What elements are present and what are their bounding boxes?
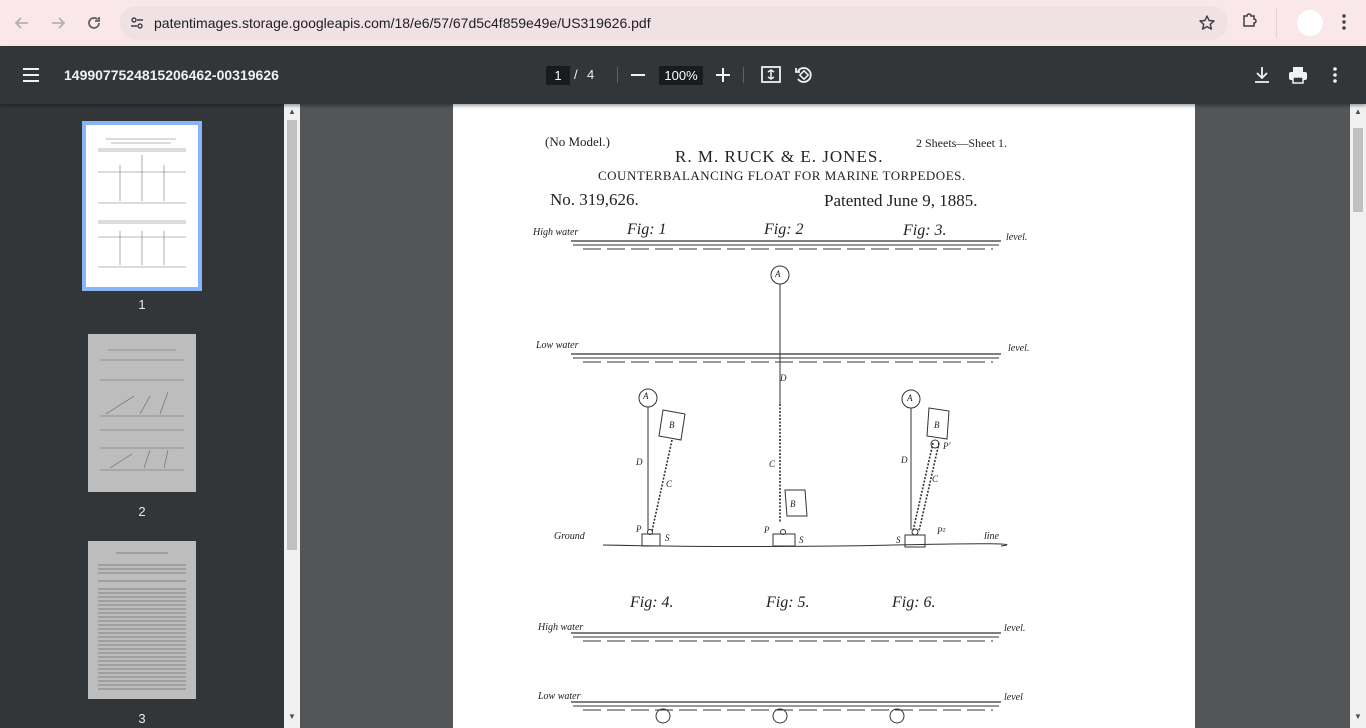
url-text[interactable]: patentimages.storage.googleapis.com/18/e… xyxy=(154,15,651,31)
profile-area[interactable] xyxy=(1276,8,1336,38)
minus-icon xyxy=(631,74,645,76)
print-button[interactable] xyxy=(1287,64,1309,86)
zoom-in-button[interactable] xyxy=(712,64,734,86)
extensions-puzzle-icon[interactable] xyxy=(1240,10,1260,30)
scroll-down-icon[interactable]: ▼ xyxy=(1354,712,1362,721)
page-number-input[interactable]: 1 xyxy=(546,66,570,85)
toolbar-divider xyxy=(743,67,744,83)
patent-drawing xyxy=(571,240,1008,724)
rotate-button[interactable] xyxy=(793,63,815,87)
more-actions-icon[interactable] xyxy=(1325,64,1345,86)
thumbnail-page-1[interactable] xyxy=(82,121,202,291)
site-info-icon[interactable] xyxy=(120,15,154,31)
download-icon xyxy=(1255,67,1269,83)
forward-button[interactable] xyxy=(40,5,76,41)
thumbnail-label: 3 xyxy=(138,711,146,726)
print-icon xyxy=(1289,67,1307,84)
page-separator: / xyxy=(574,67,578,82)
sidebar-scrollbar[interactable]: ▲ ▼ xyxy=(284,104,300,728)
fit-page-icon xyxy=(761,66,781,83)
arrow-right-icon xyxy=(52,17,66,29)
sidebar-menu-icon[interactable] xyxy=(20,65,42,85)
scroll-up-icon[interactable]: ▲ xyxy=(1354,107,1362,116)
toolbar-divider xyxy=(617,67,618,83)
pdf-page-1: (No Model.) 2 Sheets—Sheet 1. R. M. RUCK… xyxy=(453,104,1195,728)
browser-toolbar: patentimages.storage.googleapis.com/18/e… xyxy=(0,0,1366,46)
main-scrollbar[interactable]: ▲ ▼ xyxy=(1350,104,1366,728)
thumbnail-sidebar: 1 2 3 xyxy=(0,104,284,728)
document-title: 14990775248152064​62-00319626 xyxy=(64,67,279,83)
scrollbar-thumb[interactable] xyxy=(287,120,297,550)
thumbnail-label: 2 xyxy=(138,504,146,519)
zoom-input[interactable]: 100% xyxy=(659,66,703,85)
scroll-up-icon[interactable]: ▲ xyxy=(288,107,296,116)
browser-menu-icon[interactable] xyxy=(1334,12,1354,32)
reload-icon xyxy=(88,17,100,29)
pdf-toolbar: 14990775248152064​62-00319626 1 / 4 100% xyxy=(0,46,1366,104)
back-button[interactable] xyxy=(4,5,40,41)
rotate-icon xyxy=(795,67,812,83)
thumbnail-label: 1 xyxy=(138,297,146,312)
thumbnail-page-3[interactable] xyxy=(88,541,196,699)
fit-to-page-button[interactable] xyxy=(760,63,782,87)
scrollbar-thumb[interactable] xyxy=(1353,128,1363,212)
plus-icon xyxy=(716,68,730,82)
address-bar[interactable]: patentimages.storage.googleapis.com/18/e… xyxy=(120,6,1228,40)
download-button[interactable] xyxy=(1251,64,1273,86)
arrow-left-icon xyxy=(14,17,28,29)
avatar[interactable] xyxy=(1297,10,1323,36)
scroll-down-icon[interactable]: ▼ xyxy=(288,712,296,721)
page-total: 4 xyxy=(587,67,595,82)
reload-button[interactable] xyxy=(76,5,112,41)
thumbnail-page-2[interactable] xyxy=(88,334,196,492)
document-viewer[interactable]: (No Model.) 2 Sheets—Sheet 1. R. M. RUCK… xyxy=(300,104,1350,728)
zoom-out-button[interactable] xyxy=(628,64,648,86)
bookmark-star-icon[interactable] xyxy=(1198,14,1216,32)
